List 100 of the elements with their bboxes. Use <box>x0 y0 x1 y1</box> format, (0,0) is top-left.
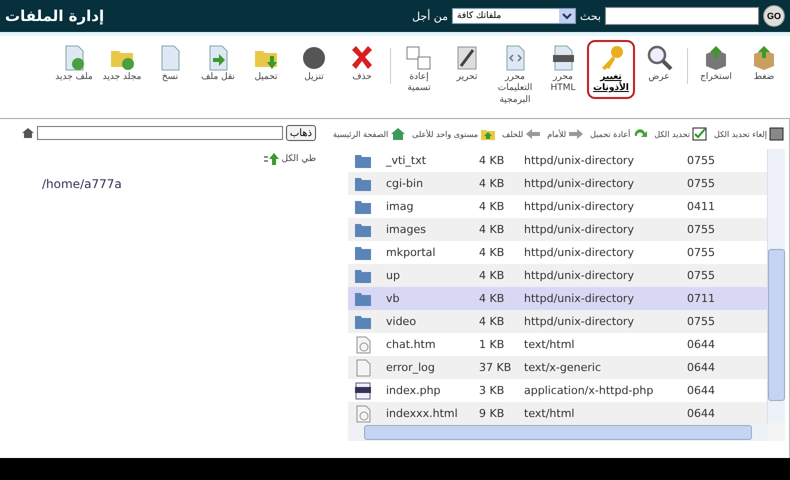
file-row[interactable]: up 4 KB httpd/unix-directory 0755 <box>348 264 768 287</box>
file-name: _vti_txt <box>384 154 428 167</box>
horizontal-scrollbar[interactable] <box>348 424 768 441</box>
toolbar-button[interactable]: تحرير <box>443 40 491 90</box>
toolbar-button[interactable]: تحميل <box>242 40 290 90</box>
file-size: 4 KB <box>479 177 506 190</box>
file-name: up <box>385 269 401 282</box>
file-size: 4 KB <box>479 200 506 213</box>
html-file-icon <box>354 404 372 422</box>
file-name: cgi-bin <box>385 177 424 190</box>
toolbar-button[interactable]: نسخ <box>146 40 194 90</box>
arrow-up-icon <box>263 153 280 165</box>
file-row[interactable]: imag 4 KB httpd/unix-directory 0411 <box>348 195 768 218</box>
toolbar-button[interactable]: تنزيل <box>290 40 338 90</box>
file-permissions: 0755 <box>687 177 716 190</box>
file-type: text/html <box>524 338 576 351</box>
file-row[interactable]: vb 4 KB httpd/unix-directory 0711 <box>348 287 768 310</box>
file-type: application/x-httpd-php <box>524 384 654 397</box>
file-size: 1 KB <box>479 338 506 351</box>
file-size: 37 KB <box>479 361 512 374</box>
file-type: text/html <box>524 407 576 420</box>
file-permissions: 0644 <box>687 338 716 351</box>
toolbar-button[interactable]: عرض <box>635 40 683 90</box>
file-name: index.php <box>385 384 442 397</box>
toolbar-button[interactable]: نقل ملف <box>194 40 242 90</box>
file-row[interactable]: mkportal 4 KB httpd/unix-directory 0755 <box>348 241 768 264</box>
file-type: httpd/unix-directory <box>524 200 635 213</box>
checkbox-icon <box>692 127 708 141</box>
scope-dropdown[interactable]: ملفاتك كافة <box>452 8 576 24</box>
file-permissions: 0644 <box>687 407 716 420</box>
file-type: httpd/unix-directory <box>524 315 635 328</box>
file-row[interactable]: cgi-bin 4 KB httpd/unix-directory 0755 <box>348 172 768 195</box>
file-size: 9 KB <box>479 407 506 420</box>
path-field[interactable] <box>36 126 283 140</box>
go-button[interactable]: ذهاب <box>286 125 316 141</box>
file-row[interactable]: indexxx.html 9 KB text/html 0644 <box>348 402 768 425</box>
magnifier-icon <box>645 44 673 72</box>
page-title: إدارة الملفات <box>5 7 104 25</box>
file-type: httpd/unix-directory <box>524 246 635 259</box>
file-name: mkportal <box>385 246 436 259</box>
folder-up-icon <box>480 127 496 141</box>
file-size: 4 KB <box>479 292 506 305</box>
toolbar-button[interactable]: حذف <box>338 40 386 90</box>
file-type: httpd/unix-directory <box>524 292 635 305</box>
arrow-icon <box>525 127 542 141</box>
file-size: 4 KB <box>479 154 506 167</box>
file-name: images <box>385 223 427 236</box>
file-name: error_log <box>385 361 436 374</box>
file-name: chat.htm <box>385 338 437 351</box>
file-permissions: 0755 <box>687 223 716 236</box>
collapse-all-link[interactable]: طي الكل <box>263 153 316 165</box>
file-type: httpd/unix-directory <box>524 177 635 190</box>
file-size: 4 KB <box>479 246 506 259</box>
file-row[interactable]: _vti_txt 4 KB httpd/unix-directory 0755 <box>348 149 768 172</box>
toolbar-button[interactable]: محرر HTML <box>539 40 587 98</box>
file-row[interactable]: error_log 37 KB text/x-generic 0644 <box>348 356 768 379</box>
file-name: indexxx.html <box>385 407 459 420</box>
file-permissions: 0755 <box>687 315 716 328</box>
file-name: video <box>385 315 418 328</box>
toolbar-button[interactable]: ملف جديد <box>50 40 98 90</box>
nav-button[interactable]: إلغاء تحديد الكل <box>714 127 785 141</box>
nav-button[interactable]: الصفحة الرئيسية <box>332 127 406 141</box>
tree-folder-item[interactable]: /home/a777a <box>42 177 122 191</box>
file-type: httpd/unix-directory <box>524 269 635 282</box>
vertical-scrollbar[interactable] <box>767 149 785 423</box>
file-row[interactable]: video 4 KB httpd/unix-directory 0755 <box>348 310 768 333</box>
home-icon <box>390 127 406 141</box>
file-row[interactable]: images 4 KB httpd/unix-directory 0755 <box>348 218 768 241</box>
file-row[interactable]: index.php 3 KB application/x-httpd-php 0644 <box>348 379 768 402</box>
html-file-icon <box>354 336 372 354</box>
checkbox-icon <box>769 127 785 141</box>
go-button[interactable]: GO <box>763 5 785 27</box>
file-permissions: 0755 <box>687 246 716 259</box>
file-size: 3 KB <box>479 384 506 397</box>
file-type: httpd/unix-directory <box>524 154 635 167</box>
nav-button[interactable]: تحديد الكل <box>654 127 708 141</box>
nav-button[interactable]: مستوى واحد للأعلى <box>412 127 496 141</box>
toolbar-button[interactable]: مجلد جديد <box>98 40 146 90</box>
file-permissions: 0644 <box>687 361 716 374</box>
toolbar-button[interactable]: ضغط <box>740 40 788 90</box>
php-file-icon <box>354 382 372 400</box>
file-type: text/x-generic <box>524 361 602 374</box>
for-label: من أجل <box>412 10 448 22</box>
nav-button[interactable]: أعادة تحميل <box>590 127 648 141</box>
file-permissions: 0755 <box>687 269 716 282</box>
file-size: 4 KB <box>479 223 506 236</box>
nav-button[interactable]: للخلف <box>502 127 542 141</box>
file-size: 4 KB <box>479 269 506 282</box>
file-permissions: 0411 <box>687 200 716 213</box>
toolbar-button[interactable]: إعادة تسمية <box>395 40 443 98</box>
home-icon <box>22 128 34 138</box>
search-field[interactable] <box>605 7 759 25</box>
toolbar-button[interactable]: استخراج <box>692 40 740 90</box>
arrow-icon <box>568 127 584 141</box>
file-size: 4 KB <box>479 315 506 328</box>
file-row[interactable]: chat.htm 1 KB text/html 0644 <box>348 333 768 356</box>
toolbar-button[interactable]: تغيير الأذونات <box>587 40 635 98</box>
search-label: بحث <box>580 10 601 22</box>
nav-button[interactable]: للأمام <box>547 127 584 141</box>
toolbar-button[interactable]: محرر التعليمات البرمجية <box>491 40 539 110</box>
